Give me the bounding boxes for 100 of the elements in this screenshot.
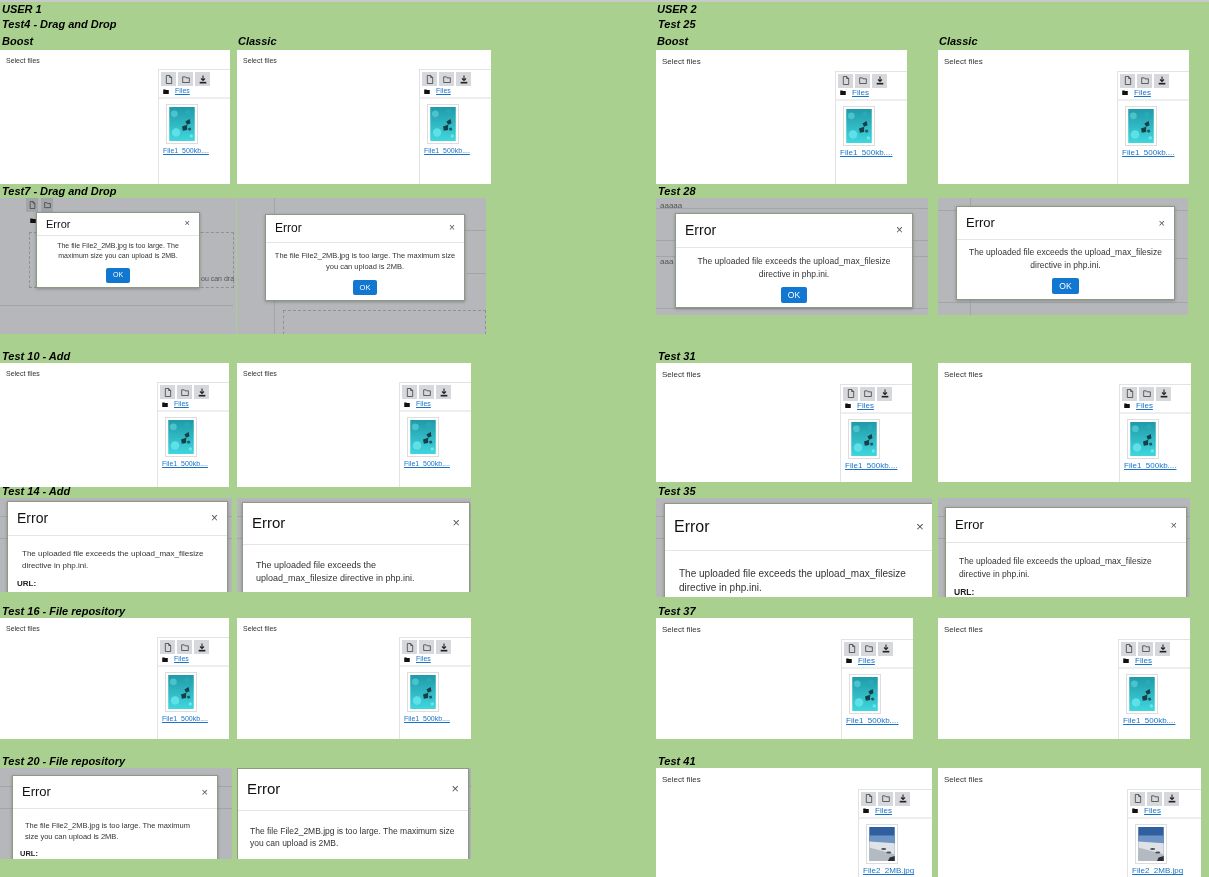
close-button[interactable]: × bbox=[201, 786, 208, 798]
files-link[interactable]: Files bbox=[875, 806, 892, 816]
download-button[interactable] bbox=[1164, 791, 1179, 806]
download-button[interactable] bbox=[872, 73, 887, 88]
file-name-link[interactable]: File1_500kb.... bbox=[845, 462, 898, 472]
download-button[interactable] bbox=[456, 72, 471, 87]
file-thumbnail[interactable] bbox=[1125, 106, 1157, 147]
download-button[interactable] bbox=[195, 72, 210, 87]
file-icon bbox=[163, 387, 172, 397]
close-button[interactable]: × bbox=[452, 516, 460, 530]
files-link[interactable]: Files bbox=[1135, 656, 1152, 666]
download-button[interactable] bbox=[1154, 73, 1169, 88]
close-button[interactable]: × bbox=[1170, 519, 1177, 531]
test-heading: Test 25 bbox=[657, 18, 696, 31]
add-file-button[interactable] bbox=[160, 385, 175, 400]
file-thumbnail[interactable] bbox=[427, 104, 459, 145]
file-name-link[interactable]: File1_500kb.... bbox=[1124, 462, 1177, 472]
add-file-button[interactable] bbox=[422, 72, 437, 87]
file-thumbnail[interactable] bbox=[1135, 824, 1167, 865]
close-button[interactable]: × bbox=[449, 223, 455, 234]
add-file-button[interactable] bbox=[844, 641, 859, 656]
add-file-button[interactable] bbox=[161, 72, 176, 87]
file-name-link[interactable]: File2_2MB.jpg bbox=[863, 867, 915, 877]
close-button[interactable]: × bbox=[916, 520, 924, 534]
close-button[interactable]: × bbox=[211, 512, 218, 525]
file-thumbnail[interactable] bbox=[1127, 419, 1159, 460]
create-folder-button[interactable] bbox=[1139, 386, 1154, 401]
file-thumbnail[interactable] bbox=[849, 674, 881, 715]
file-thumbnail[interactable] bbox=[843, 106, 875, 147]
close-button[interactable]: × bbox=[451, 782, 459, 796]
test-heading: Test 10 - Add bbox=[1, 350, 71, 363]
test-heading: Test7 - Drag and Drop bbox=[1, 185, 117, 198]
create-folder-button[interactable] bbox=[419, 640, 434, 655]
create-folder-button[interactable] bbox=[1147, 791, 1162, 806]
create-folder-button[interactable] bbox=[419, 385, 434, 400]
files-link[interactable]: Files bbox=[852, 88, 869, 98]
download-icon bbox=[439, 387, 448, 397]
close-button[interactable]: × bbox=[184, 219, 190, 229]
ok-button[interactable]: OK bbox=[1052, 277, 1079, 295]
add-file-button[interactable] bbox=[861, 791, 876, 806]
add-file-button[interactable] bbox=[1121, 641, 1136, 656]
file-thumbnail[interactable] bbox=[165, 672, 197, 713]
close-button[interactable]: × bbox=[896, 224, 903, 237]
download-icon bbox=[898, 794, 907, 804]
create-folder-button[interactable] bbox=[860, 386, 875, 401]
download-button[interactable] bbox=[877, 386, 892, 401]
files-link[interactable]: Files bbox=[857, 401, 874, 411]
create-folder-button[interactable] bbox=[177, 640, 192, 655]
download-button[interactable] bbox=[194, 385, 209, 400]
files-link[interactable]: Files bbox=[1134, 88, 1151, 98]
file-thumbnail[interactable] bbox=[848, 419, 880, 460]
file-name-link[interactable]: File1_500kb.... bbox=[846, 717, 899, 727]
folder-icon bbox=[1140, 76, 1149, 86]
download-button[interactable] bbox=[1156, 386, 1171, 401]
file-name-link[interactable]: File1_500kb.... bbox=[840, 149, 893, 159]
download-icon bbox=[197, 387, 206, 397]
create-folder-button[interactable] bbox=[861, 641, 876, 656]
add-file-button[interactable] bbox=[1130, 791, 1145, 806]
add-file-button[interactable] bbox=[1122, 386, 1137, 401]
download-button[interactable] bbox=[436, 640, 451, 655]
file-icon bbox=[1123, 76, 1132, 86]
create-folder-button[interactable] bbox=[439, 72, 454, 87]
add-file-button[interactable] bbox=[402, 640, 417, 655]
file-name-link[interactable]: File1_500kb.... bbox=[1122, 149, 1175, 159]
file-thumbnail[interactable] bbox=[866, 824, 898, 865]
file-thumbnail[interactable] bbox=[407, 672, 439, 713]
download-icon bbox=[459, 74, 468, 84]
close-button[interactable]: × bbox=[1158, 217, 1165, 229]
create-folder-button[interactable] bbox=[177, 385, 192, 400]
create-folder-button[interactable] bbox=[878, 791, 893, 806]
download-button[interactable] bbox=[436, 385, 451, 400]
folder-icon bbox=[181, 74, 190, 84]
download-button[interactable] bbox=[878, 641, 893, 656]
download-button[interactable] bbox=[1155, 641, 1170, 656]
ok-button[interactable]: OK bbox=[780, 287, 808, 304]
download-icon bbox=[881, 644, 890, 654]
create-folder-button[interactable] bbox=[1138, 641, 1153, 656]
file-thumbnail[interactable] bbox=[1126, 674, 1158, 715]
file-thumbnail[interactable] bbox=[165, 417, 197, 458]
add-file-button[interactable] bbox=[1120, 73, 1135, 88]
file-name-link[interactable]: File1_500kb.... bbox=[1123, 717, 1176, 727]
add-file-button[interactable] bbox=[160, 640, 175, 655]
download-button[interactable] bbox=[194, 640, 209, 655]
files-link[interactable]: Files bbox=[1144, 806, 1161, 816]
files-link[interactable]: Files bbox=[858, 656, 875, 666]
file-name-link[interactable]: File2_2MB.jpg bbox=[1132, 867, 1184, 877]
download-button[interactable] bbox=[895, 791, 910, 806]
error-message: The uploaded file exceeds the upload_max_filesize directive in php.ini. bbox=[679, 566, 907, 596]
create-folder-button[interactable] bbox=[855, 73, 870, 88]
files-link[interactable]: Files bbox=[1136, 401, 1153, 411]
file-thumbnail[interactable] bbox=[166, 104, 198, 145]
add-file-button[interactable] bbox=[838, 73, 853, 88]
create-folder-button[interactable] bbox=[178, 72, 193, 87]
dialog-title: Error bbox=[252, 515, 286, 532]
add-file-button[interactable] bbox=[402, 385, 417, 400]
select-files-label: Select files bbox=[661, 56, 701, 67]
add-file-button[interactable] bbox=[843, 386, 858, 401]
dialog-title: Error bbox=[955, 518, 984, 533]
create-folder-button[interactable] bbox=[1137, 73, 1152, 88]
file-thumbnail[interactable] bbox=[407, 417, 439, 458]
